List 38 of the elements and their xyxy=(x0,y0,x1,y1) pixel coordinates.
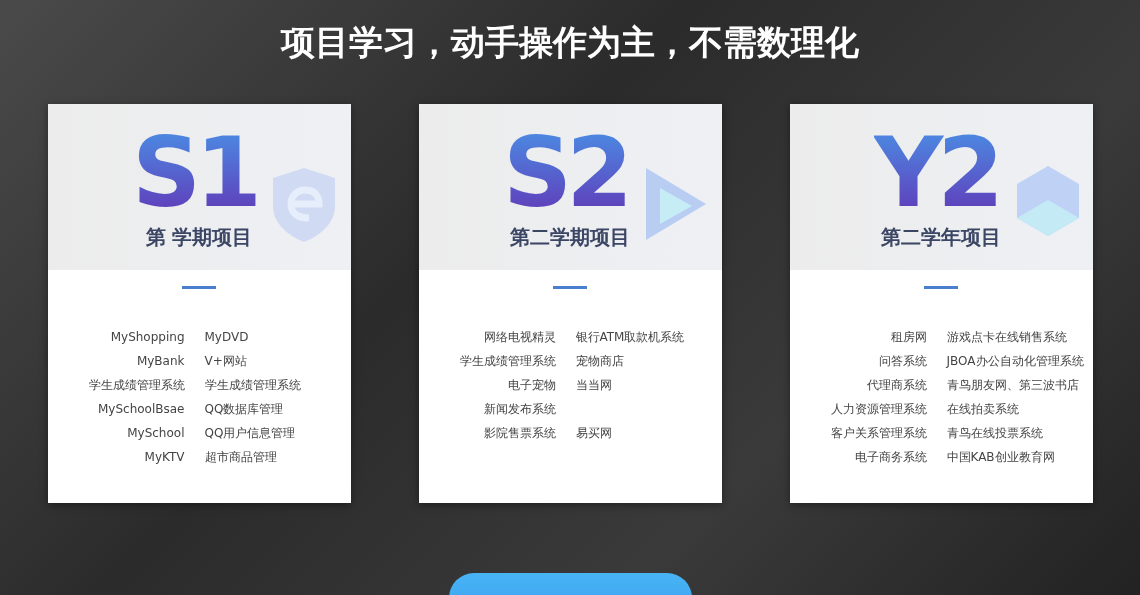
project-name: 宠物商店 xyxy=(575,353,625,369)
project-name: 青鸟朋友网、第三波书店 xyxy=(946,377,1080,393)
project-name: 学生成绩管理系统 xyxy=(458,353,556,369)
project-name: 问答系统 xyxy=(877,353,927,369)
project-name: V+网站 xyxy=(204,353,248,369)
project-name: 青鸟在线投票系统 xyxy=(946,425,1044,441)
hexagon-icon xyxy=(1014,164,1081,238)
project-name: 电子商务系统 xyxy=(853,449,927,465)
project-name: QQ用户信息管理 xyxy=(204,425,297,441)
project-name: 当当网 xyxy=(575,377,613,393)
project-name: MyDVD xyxy=(204,329,250,345)
project-name: 影院售票系统 xyxy=(482,425,556,441)
section-heading: 项目学习，动手操作为主，不需数理化 xyxy=(281,21,859,64)
project-name: 游戏点卡在线销售系统 xyxy=(946,329,1068,345)
project-name: 银行ATM取款机系统 xyxy=(575,329,686,345)
project-name: MyShopping xyxy=(109,329,185,345)
project-name: 网络电视精灵 xyxy=(482,329,556,345)
card-title: 第 学期项目 xyxy=(145,225,253,249)
project-name: MySchool xyxy=(126,425,185,441)
project-name: 客户关系管理系统 xyxy=(829,425,927,441)
project-name: MyKTV xyxy=(143,449,185,465)
card-title: 第二学期项目 xyxy=(510,225,630,249)
project-name: 学生成绩管理系统 xyxy=(87,377,185,393)
project-name: 学生成绩管理系统 xyxy=(204,377,302,393)
project-name: 中国KAB创业教育网 xyxy=(946,449,1056,465)
project-name: 电子宠物 xyxy=(506,377,556,393)
project-name: 在线拍卖系统 xyxy=(946,401,1020,417)
project-name: 租房网 xyxy=(889,329,927,345)
project-name: 代理商系统 xyxy=(865,377,927,393)
project-name: MySchoolBsae xyxy=(97,401,185,417)
project-name: 易买网 xyxy=(575,425,613,441)
project-name: QQ数据库管理 xyxy=(204,401,285,417)
project-name: MyBank xyxy=(135,353,185,369)
project-name: 超市商品管理 xyxy=(204,449,278,465)
project-name: JBOA办公自动化管理系统 xyxy=(946,353,1085,369)
card-title: 第二学年项目 xyxy=(881,225,1001,249)
project-name: 人力资源管理系统 xyxy=(829,401,927,417)
project-name: 新闻发布系统 xyxy=(482,401,556,417)
